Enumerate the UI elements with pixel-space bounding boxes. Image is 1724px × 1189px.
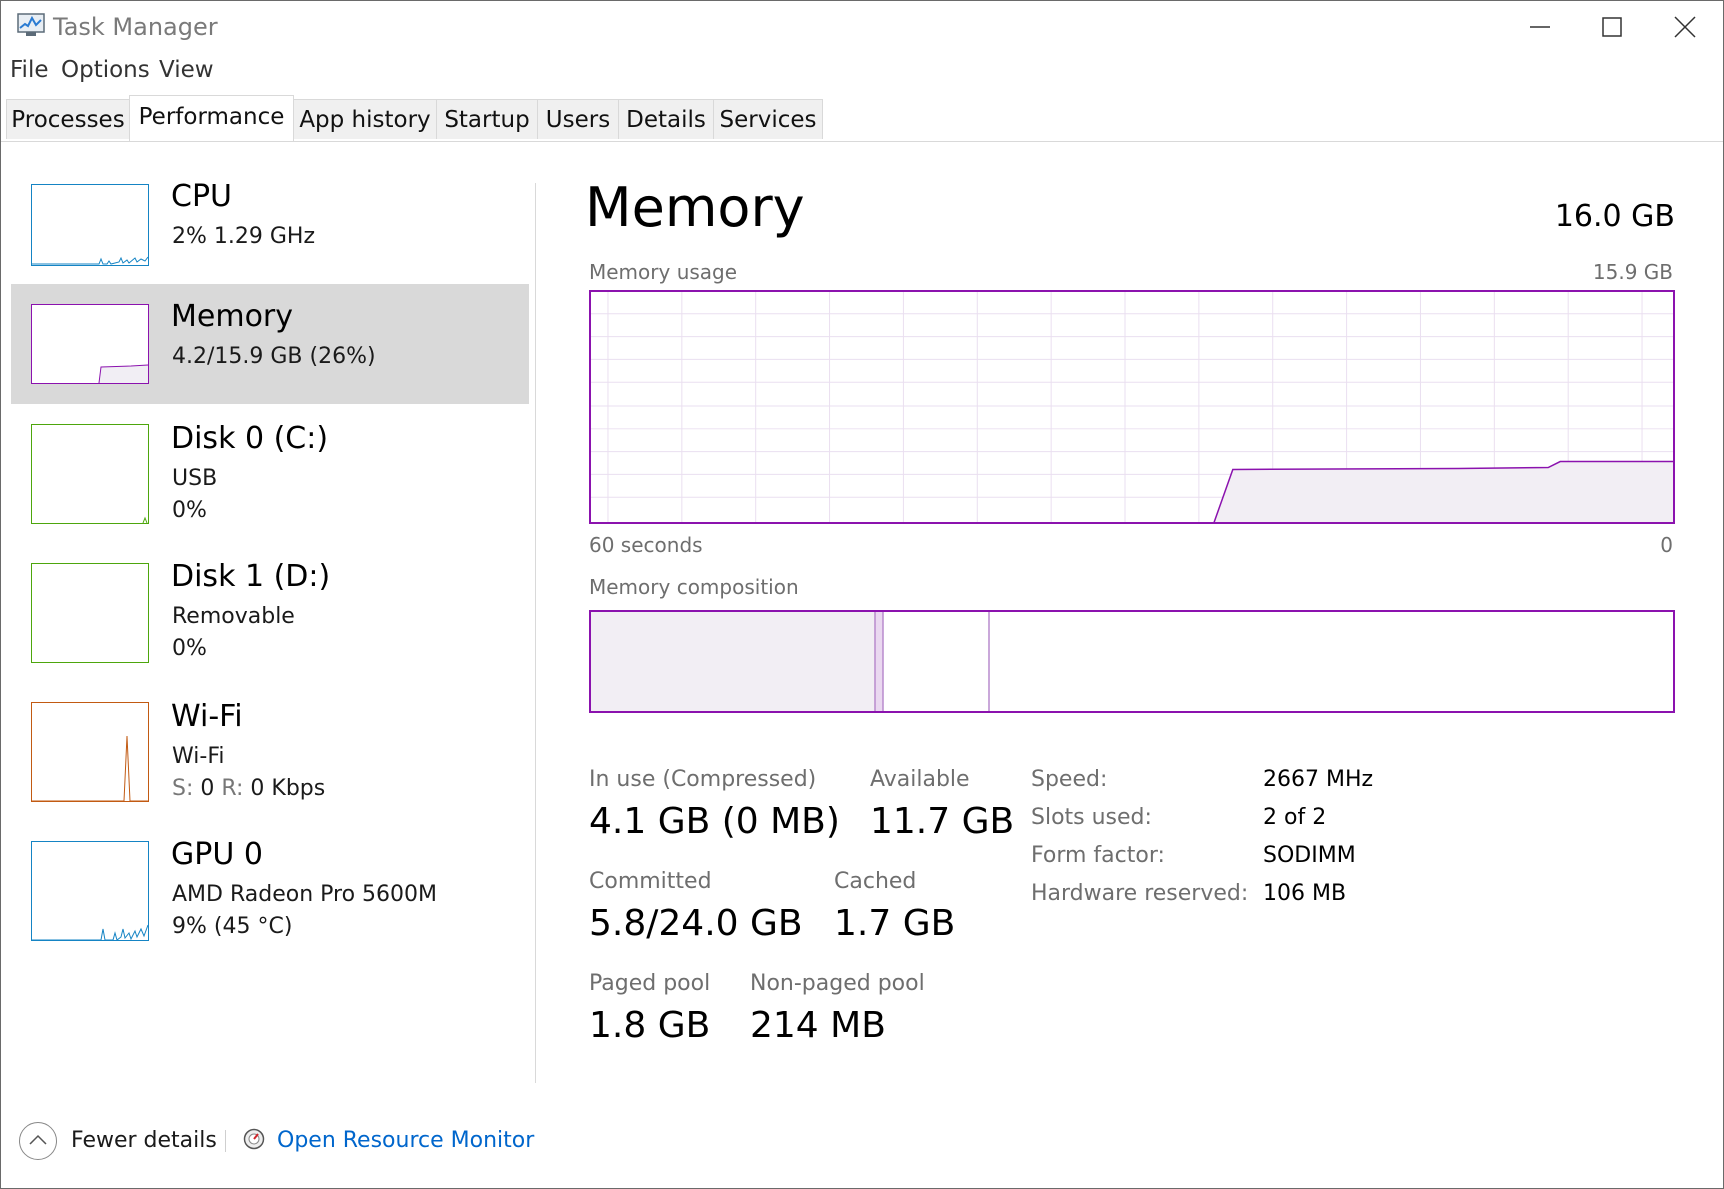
in-use-label: In use (Compressed) xyxy=(589,767,817,792)
footer-separator xyxy=(225,1130,226,1152)
sidebar-item-disk-1[interactable]: Disk 1 (D:) Removable 0% xyxy=(11,551,529,671)
tab-startup[interactable]: Startup xyxy=(436,99,538,139)
panel-divider xyxy=(535,183,536,1083)
memory-total: 16.0 GB xyxy=(1554,199,1675,234)
disk-0-thumbnail-graph xyxy=(31,424,149,524)
task-manager-app-icon xyxy=(17,13,45,36)
sidebar-line2: 0% xyxy=(172,636,207,661)
minimize-button[interactable] xyxy=(1504,1,1576,53)
fewer-details-button[interactable] xyxy=(19,1122,57,1160)
tab-users[interactable]: Users xyxy=(537,99,619,139)
committed-value: 5.8/24.0 GB xyxy=(589,903,803,944)
available-label: Available xyxy=(870,767,970,792)
sidebar-line2: 0% xyxy=(172,498,207,523)
time-axis-left-label: 60 seconds xyxy=(589,533,703,557)
tab-details[interactable]: Details xyxy=(618,99,714,139)
sidebar-line1: Removable xyxy=(172,604,295,629)
memory-usage-graph xyxy=(589,290,1675,524)
composition-in-use xyxy=(591,612,875,711)
memory-usage-area xyxy=(1213,461,1674,523)
available-value: 11.7 GB xyxy=(870,801,1015,842)
cached-label: Cached xyxy=(834,869,917,894)
menu-file[interactable]: File xyxy=(10,57,49,83)
memory-usage-label: Memory usage xyxy=(589,260,738,284)
memory-composition-label: Memory composition xyxy=(589,575,799,599)
composition-modified xyxy=(875,612,883,711)
speed-value: 2667 MHz xyxy=(1263,767,1374,792)
sidebar-title: CPU xyxy=(171,179,232,214)
memory-thumbnail-graph xyxy=(31,304,149,384)
wifi-thumbnail-graph xyxy=(31,702,149,802)
menu-options[interactable]: Options xyxy=(61,57,150,83)
sidebar-line1: USB xyxy=(172,466,218,491)
tab-services[interactable]: Services xyxy=(713,99,823,139)
sidebar-title: Disk 1 (D:) xyxy=(171,559,331,594)
sidebar-title: Disk 0 (C:) xyxy=(171,421,329,456)
speed-label: Speed: xyxy=(1031,767,1108,792)
non-paged-pool-value: 214 MB xyxy=(750,1005,886,1046)
sidebar-item-memory[interactable]: Memory 4.2/15.9 GB (26%) xyxy=(11,284,529,404)
close-icon xyxy=(1674,16,1696,38)
sidebar-line1: 2% 1.29 GHz xyxy=(172,224,316,249)
committed-label: Committed xyxy=(589,869,712,894)
sidebar-line1: 4.2/15.9 GB (26%) xyxy=(172,344,376,369)
slots-used-value: 2 of 2 xyxy=(1263,805,1327,830)
sidebar-line1: Wi-Fi xyxy=(172,744,225,769)
slots-used-label: Slots used: xyxy=(1031,805,1152,830)
form-factor-label: Form factor: xyxy=(1031,843,1165,868)
sidebar-item-wifi[interactable]: Wi-Fi Wi-Fi S: 0 R: 0 Kbps xyxy=(11,691,529,811)
resource-monitor-icon xyxy=(243,1128,265,1150)
tab-app-history[interactable]: App history xyxy=(293,99,437,139)
maximize-button[interactable] xyxy=(1576,1,1648,53)
sidebar-title: Memory xyxy=(171,299,294,334)
form-factor-value: SODIMM xyxy=(1263,843,1356,868)
memory-usage-max: 15.9 GB xyxy=(1592,260,1673,284)
fewer-details-link[interactable]: Fewer details xyxy=(71,1128,217,1153)
window-title: Task Manager xyxy=(53,13,218,41)
maximize-icon xyxy=(1602,17,1622,37)
tab-processes[interactable]: Processes xyxy=(6,99,130,139)
title-bar: Task Manager xyxy=(1,1,1723,53)
sidebar-item-gpu-0[interactable]: GPU 0 AMD Radeon Pro 5600M 9% (45 °C) xyxy=(11,831,529,951)
cached-value: 1.7 GB xyxy=(834,903,956,944)
wifi-throughput: S: 0 R: 0 Kbps xyxy=(172,776,325,801)
hardware-reserved-label: Hardware reserved: xyxy=(1031,881,1249,906)
task-manager-window: Task Manager File Options View Processes… xyxy=(0,0,1724,1189)
page-title: Memory xyxy=(585,176,805,239)
menu-view[interactable]: View xyxy=(159,57,214,83)
cpu-thumbnail-graph xyxy=(31,184,149,266)
gpu-thumbnail-graph xyxy=(31,841,149,941)
disk-1-thumbnail-graph xyxy=(31,563,149,663)
sidebar-line2: 9% (45 °C) xyxy=(172,914,293,939)
paged-pool-value: 1.8 GB xyxy=(589,1005,711,1046)
footer: Fewer details Open Resource Monitor xyxy=(1,1116,1723,1166)
hardware-reserved-value: 106 MB xyxy=(1263,881,1347,906)
paged-pool-label: Paged pool xyxy=(589,971,711,996)
wifi-send-value: 0 xyxy=(200,776,215,801)
wifi-send-label: S: xyxy=(172,776,194,801)
open-resource-monitor-link[interactable]: Open Resource Monitor xyxy=(277,1128,534,1153)
time-axis-right-label: 0 xyxy=(1660,533,1673,557)
sidebar-item-disk-0[interactable]: Disk 0 (C:) USB 0% xyxy=(11,411,529,531)
tab-bar: Processes Performance App history Startu… xyxy=(1,95,1723,142)
non-paged-pool-label: Non-paged pool xyxy=(750,971,925,996)
in-use-value: 4.1 GB (0 MB) xyxy=(589,801,840,842)
sidebar-title: GPU 0 xyxy=(171,837,263,872)
close-button[interactable] xyxy=(1649,1,1721,53)
chevron-up-icon xyxy=(29,1134,47,1145)
sidebar-item-cpu[interactable]: CPU 2% 1.29 GHz xyxy=(11,171,529,281)
sidebar-title: Wi-Fi xyxy=(171,699,243,734)
menu-bar: File Options View xyxy=(1,55,1723,89)
tab-performance[interactable]: Performance xyxy=(129,95,294,141)
memory-composition-bar xyxy=(589,610,1675,713)
minimize-icon xyxy=(1530,26,1550,28)
sidebar-line1: AMD Radeon Pro 5600M xyxy=(172,882,438,907)
wifi-receive-value: 0 Kbps xyxy=(250,776,326,801)
wifi-receive-label: R: xyxy=(221,776,244,801)
